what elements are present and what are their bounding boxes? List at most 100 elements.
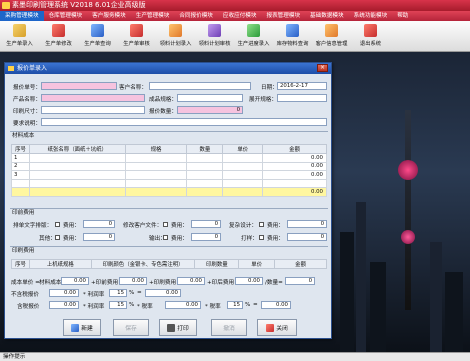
- typesetting-checkbox[interactable]: [55, 222, 60, 227]
- search-icon: [91, 24, 104, 37]
- calc-material-field: 0.00: [61, 277, 89, 285]
- complex-design-checkbox[interactable]: [259, 222, 264, 227]
- output-checkbox[interactable]: [163, 235, 168, 240]
- table-header: 序号 上机纸规格 印刷颜色（金银卡、专色需注明） 印刷数量 单价 金额: [11, 259, 327, 269]
- tower-sphere: [398, 160, 418, 180]
- finished-size-field[interactable]: [177, 94, 243, 102]
- app-title-bar: 素墨印刷管理系统 V2018 6.01企业高级版: [0, 0, 470, 11]
- close-icon: [266, 323, 275, 332]
- menu-production[interactable]: 生产管理模块: [131, 11, 175, 21]
- building: [340, 232, 354, 352]
- status-bar: 操作提示: [0, 352, 470, 361]
- finished-size-label: 成品规格：: [149, 97, 177, 103]
- toolbar-order-query[interactable]: 生产单查询: [78, 21, 117, 52]
- dialog-icon: [8, 66, 14, 71]
- edit-icon: [52, 24, 65, 37]
- new-icon: [71, 323, 80, 332]
- profit-rate-field[interactable]: 15: [109, 289, 127, 297]
- incl-profit-rate-field[interactable]: 15: [109, 301, 127, 309]
- menu-system[interactable]: 系统功能模块: [349, 11, 393, 21]
- excl-tax-price-field: 0.00: [145, 289, 181, 297]
- quote-qty-field[interactable]: 0: [177, 106, 243, 114]
- open-size-field[interactable]: [277, 94, 327, 102]
- inventory-icon: [286, 24, 299, 37]
- other-fee-field[interactable]: 0: [83, 233, 115, 241]
- check-icon: [208, 24, 221, 37]
- printer-icon: [167, 323, 176, 332]
- new-button[interactable]: 新建: [63, 319, 101, 336]
- progress-icon: [247, 24, 260, 37]
- print-button[interactable]: 打印: [159, 319, 197, 336]
- building: [370, 262, 386, 352]
- toolbar-material-audit[interactable]: 领料计划审核: [195, 21, 234, 52]
- toolbar-progress-entry[interactable]: 生产进度录入: [234, 21, 273, 52]
- output-fee-field[interactable]: 0: [191, 233, 221, 241]
- toolbar-order-entry[interactable]: 生产单录入: [0, 21, 39, 52]
- exit-icon: [364, 24, 377, 37]
- table-row[interactable]: 3 0.00: [11, 170, 327, 180]
- date-field[interactable]: 2016-2-17: [277, 82, 327, 90]
- toolbar-inventory-query[interactable]: 库存物料查询: [273, 21, 312, 52]
- incl-tax-price-field: 0.00: [261, 301, 291, 309]
- toolbar-order-edit[interactable]: 生产单修改: [39, 21, 78, 52]
- menu-customer[interactable]: 客户服务模块: [87, 11, 131, 21]
- customer-field[interactable]: [149, 82, 251, 90]
- quote-no-label: 报价单号：: [13, 85, 41, 91]
- date-label: 日期：: [261, 85, 278, 91]
- app-logo-icon: [2, 2, 10, 9]
- close-button[interactable]: 关闭: [257, 319, 297, 336]
- other-checkbox[interactable]: [55, 235, 60, 240]
- app-title: 素墨印刷管理系统 V2018 6.01企业高级版: [12, 1, 146, 9]
- tower: [405, 110, 411, 310]
- menu-help[interactable]: 帮助: [392, 11, 413, 21]
- app-window: 素墨印刷管理系统 V2018 6.01企业高级版 采购管理模块 仓库管理模块 客…: [0, 0, 470, 361]
- menu-finance[interactable]: 应收应付模块: [218, 11, 262, 21]
- tax-rate-field[interactable]: 15: [227, 301, 243, 309]
- quote-no-field[interactable]: [41, 82, 117, 90]
- menu-basedata[interactable]: 基础数据模块: [305, 11, 349, 21]
- toolbar-material-entry[interactable]: 领料计划录入: [156, 21, 195, 52]
- building: [356, 202, 366, 352]
- customer-label: 客户名称：: [119, 85, 147, 91]
- toolbar: 生产单录入 生产单修改 生产单查询 生产单审核 领料计划录入 领料计划审核 生产…: [0, 21, 470, 52]
- print-fee-section-title: 印刷费用: [10, 246, 328, 255]
- building: [430, 242, 442, 352]
- customer-icon: [325, 24, 338, 37]
- table-row[interactable]: 2 0.00: [11, 161, 327, 172]
- modify-fee-field[interactable]: 0: [191, 220, 221, 228]
- requirement-field[interactable]: [41, 118, 327, 126]
- material-section-title: 材料成本: [10, 131, 328, 140]
- product-field[interactable]: [41, 94, 145, 102]
- prepress-section-title: 印前费用: [10, 208, 328, 217]
- typesetting-fee-field[interactable]: 0: [83, 220, 115, 228]
- quote-entry-dialog: 报价单录入 × 报价单号： 客户名称： 日期： 2016-2-17 产品名称： 成…: [4, 62, 332, 339]
- toolbar-order-audit[interactable]: 生产单审核: [117, 21, 156, 52]
- open-size-label: 展开规格：: [249, 97, 277, 103]
- calc-cost-unit-field: 0: [285, 277, 315, 285]
- proof-checkbox[interactable]: [259, 235, 264, 240]
- modify-file-checkbox[interactable]: [163, 222, 168, 227]
- menu-bar: 采购管理模块 仓库管理模块 客户服务模块 生产管理模块 合同报价模块 应收应付模…: [0, 11, 470, 21]
- menu-warehouse[interactable]: 仓库管理模块: [44, 11, 88, 21]
- material-table: 序号 纸张名称（面纸＋坑纸） 规格 数量 单价 金额 1 0.00 2 0.00 3…: [11, 144, 327, 197]
- print-fee-table: 序号 上机纸规格 印刷颜色（金银卡、专色需注明） 印刷数量 单价 金额: [11, 259, 327, 269]
- table-row: [11, 178, 327, 189]
- menu-report[interactable]: 报表管理模块: [261, 11, 305, 21]
- save-button[interactable]: 保存: [113, 319, 149, 336]
- print-size-label: 印刷尺寸：: [13, 109, 41, 115]
- table-row[interactable]: 1 0.00: [11, 153, 327, 163]
- print-size-field[interactable]: [41, 106, 145, 114]
- calc-prepress-field: 0.00: [119, 277, 147, 285]
- toolbar-exit[interactable]: 退出系统: [351, 21, 390, 52]
- toolbar-customer-info[interactable]: 客户信息管理: [312, 21, 351, 52]
- menu-purchase[interactable]: 采购管理模块: [0, 11, 44, 21]
- calc-print-field: 0.00: [177, 277, 205, 285]
- dialog-title: 报价单录入: [17, 65, 48, 72]
- proof-fee-field[interactable]: 0: [287, 233, 327, 241]
- close-icon[interactable]: ×: [317, 64, 328, 72]
- product-label: 产品名称：: [13, 97, 41, 103]
- cancel-button[interactable]: 撤消: [211, 319, 247, 336]
- menu-contract[interactable]: 合同报价模块: [174, 11, 218, 21]
- complex-fee-field[interactable]: 0: [287, 220, 327, 228]
- calc-post-field: 0.00: [235, 277, 263, 285]
